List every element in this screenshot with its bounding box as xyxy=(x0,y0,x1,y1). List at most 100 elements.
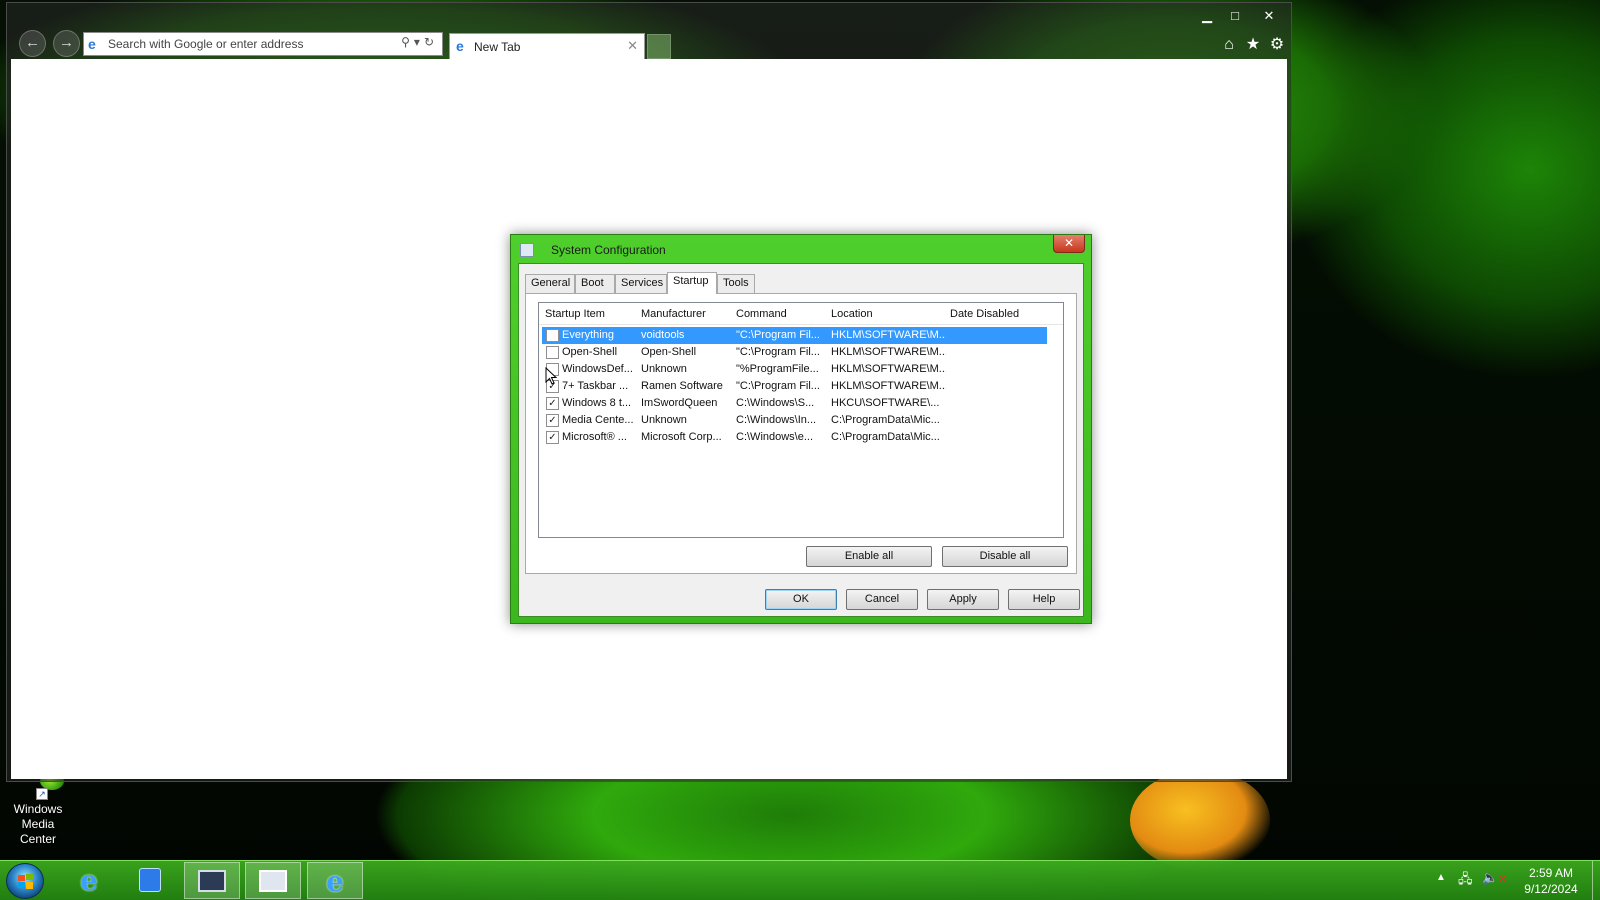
checkbox-unchecked[interactable] xyxy=(546,329,559,342)
msconfig-icon xyxy=(520,243,534,257)
address-bar[interactable]: e ⚲▾↻ xyxy=(83,32,443,56)
close-tab-icon[interactable]: ✕ xyxy=(627,38,638,54)
ie-icon: e xyxy=(88,36,96,52)
back-icon[interactable]: ← xyxy=(19,30,46,57)
show-desktop-button[interactable] xyxy=(1592,861,1600,900)
cell-startup-item: WindowsDef... xyxy=(562,363,633,375)
taskbar: e e ▲ 🖧 🔈✕ 2:59 AM 9/12/2024 xyxy=(0,860,1600,900)
tab-general[interactable]: General xyxy=(525,274,575,293)
cell-manufacturer: Ramen Software xyxy=(641,380,723,392)
list-item[interactable]: Everything voidtools "C:\Program Fil... HKL… xyxy=(542,327,1047,344)
cell-command: "C:\Program Fil... xyxy=(736,380,820,392)
cell-startup-item: Media Cente... xyxy=(562,414,634,426)
tab-services[interactable]: Services xyxy=(615,274,667,293)
network-icon[interactable]: 🖧 xyxy=(1458,870,1473,892)
cell-manufacturer: voidtools xyxy=(641,329,685,341)
dialog-close-button[interactable]: ✕ xyxy=(1053,235,1085,253)
volume-muted-icon[interactable]: 🔈✕ xyxy=(1482,870,1507,886)
cell-location: HKLM\SOFTWARE\M... xyxy=(831,380,946,392)
taskbar-store[interactable] xyxy=(122,862,178,899)
maximize-button[interactable]: □ xyxy=(1221,5,1249,27)
internet-explorer-icon: e xyxy=(326,865,344,898)
checkbox-unchecked[interactable] xyxy=(546,346,559,359)
dialog-body: General Boot Services Startup Tools Star… xyxy=(518,263,1084,617)
dialog-titlebar[interactable]: System Configuration ✕ xyxy=(511,235,1091,263)
checkbox-checked[interactable]: ✓ xyxy=(546,414,559,427)
taskbar-task-manager[interactable] xyxy=(184,862,240,899)
list-item[interactable]: ✓ Media Cente... Unknown C:\Windows\In... C:… xyxy=(542,412,1047,429)
ok-button[interactable]: OK xyxy=(765,589,837,610)
cell-command: "%ProgramFile... xyxy=(736,363,819,375)
cell-location: C:\ProgramData\Mic... xyxy=(831,431,940,443)
ie-icon: e xyxy=(456,38,464,54)
start-button[interactable] xyxy=(6,863,44,899)
taskbar-internet-explorer[interactable]: e xyxy=(61,862,117,899)
address-input[interactable] xyxy=(108,35,378,53)
clock[interactable]: 2:59 AM 9/12/2024 xyxy=(1514,865,1588,897)
home-icon[interactable]: ⌂ xyxy=(1219,35,1239,55)
cell-location: C:\ProgramData\Mic... xyxy=(831,414,940,426)
list-item[interactable]: ✓ Windows 8 t... ImSwordQueen C:\Windows\S.… xyxy=(542,395,1047,412)
column-header-date-disabled[interactable]: Date Disabled xyxy=(950,308,1019,320)
windows-logo-icon xyxy=(18,874,33,889)
apply-button[interactable]: Apply xyxy=(927,589,999,610)
desktop-icon-label: Windows Media Center xyxy=(13,802,63,846)
clock-date: 9/12/2024 xyxy=(1524,882,1578,896)
cell-location: HKLM\SOFTWARE\M... xyxy=(831,346,946,358)
checkbox-checked[interactable]: ✓ xyxy=(546,397,559,410)
new-tab-button[interactable] xyxy=(647,34,671,59)
cell-location: HKLM\SOFTWARE\M... xyxy=(831,329,946,341)
cell-location: HKLM\SOFTWARE\M... xyxy=(831,363,946,375)
disable-all-button[interactable]: Disable all xyxy=(942,546,1068,567)
column-header-startup-item[interactable]: Startup Item xyxy=(545,308,605,320)
help-button[interactable]: Help xyxy=(1008,589,1080,610)
cell-manufacturer: Unknown xyxy=(641,363,687,375)
cell-startup-item: Everything xyxy=(562,329,614,341)
cell-command: C:\Windows\In... xyxy=(736,414,817,426)
tab-title: New Tab xyxy=(474,40,521,54)
browser-toolbar: ← → e ⚲▾↻ e New Tab ✕ ▁ □ ✕ ⌂ ★ ⚙ xyxy=(7,3,1291,59)
list-header: Startup Item Manufacturer Command Locati… xyxy=(539,303,1063,325)
cell-command: C:\Windows\S... xyxy=(736,397,815,409)
dialog-title: System Configuration xyxy=(551,243,666,257)
wallpaper-accent xyxy=(1130,770,1270,870)
tab-tools[interactable]: Tools xyxy=(717,274,755,293)
cancel-button[interactable]: Cancel xyxy=(846,589,918,610)
cell-startup-item: Open-Shell xyxy=(562,346,618,358)
show-hidden-icons-icon[interactable]: ▲ xyxy=(1436,872,1446,883)
cell-manufacturer: ImSwordQueen xyxy=(641,397,718,409)
task-manager-icon xyxy=(198,870,226,892)
taskbar-system-configuration[interactable] xyxy=(245,862,301,899)
cell-manufacturer: Unknown xyxy=(641,414,687,426)
cell-startup-item: 7+ Taskbar ... xyxy=(562,380,629,392)
checkbox-checked[interactable]: ✓ xyxy=(546,431,559,444)
cell-command: "C:\Program Fil... xyxy=(736,346,820,358)
search-icon[interactable]: ⚲▾↻ xyxy=(401,35,438,49)
column-header-command[interactable]: Command xyxy=(736,308,787,320)
list-item[interactable]: WindowsDef... Unknown "%ProgramFile... HKLM… xyxy=(542,361,1047,378)
cell-location: HKCU\SOFTWARE\... xyxy=(831,397,940,409)
cell-manufacturer: Microsoft Corp... xyxy=(641,431,722,443)
enable-all-button[interactable]: Enable all xyxy=(806,546,932,567)
list-item[interactable]: ✓ 7+ Taskbar ... Ramen Software "C:\Program… xyxy=(542,378,1047,395)
cell-startup-item: Microsoft® ... xyxy=(562,431,627,443)
taskbar-internet-explorer-active[interactable]: e xyxy=(307,862,363,899)
close-window-button[interactable]: ✕ xyxy=(1249,5,1289,27)
tab-boot[interactable]: Boot xyxy=(575,274,615,293)
startup-items-list[interactable]: Startup Item Manufacturer Command Locati… xyxy=(538,302,1064,538)
tab-new-tab[interactable]: e New Tab ✕ xyxy=(449,33,645,59)
minimize-button[interactable]: ▁ xyxy=(1193,5,1221,27)
column-header-location[interactable]: Location xyxy=(831,308,873,320)
internet-explorer-icon: e xyxy=(80,864,98,897)
list-item[interactable]: ✓ Microsoft® ... Microsoft Corp... C:\Windo… xyxy=(542,429,1047,446)
list-item[interactable]: Open-Shell Open-Shell "C:\Program Fil... HK… xyxy=(542,344,1047,361)
desktop-icon-windows-media-center[interactable]: ↗ Windows Media Center xyxy=(2,772,74,847)
cell-command: C:\Windows\e... xyxy=(736,431,814,443)
forward-icon[interactable]: → xyxy=(53,30,80,57)
gear-icon[interactable]: ⚙ xyxy=(1267,35,1287,55)
cell-startup-item: Windows 8 t... xyxy=(562,397,632,409)
column-header-manufacturer[interactable]: Manufacturer xyxy=(641,308,706,320)
system-configuration-icon xyxy=(259,870,287,892)
tab-startup[interactable]: Startup xyxy=(667,272,717,294)
star-icon[interactable]: ★ xyxy=(1243,35,1263,55)
